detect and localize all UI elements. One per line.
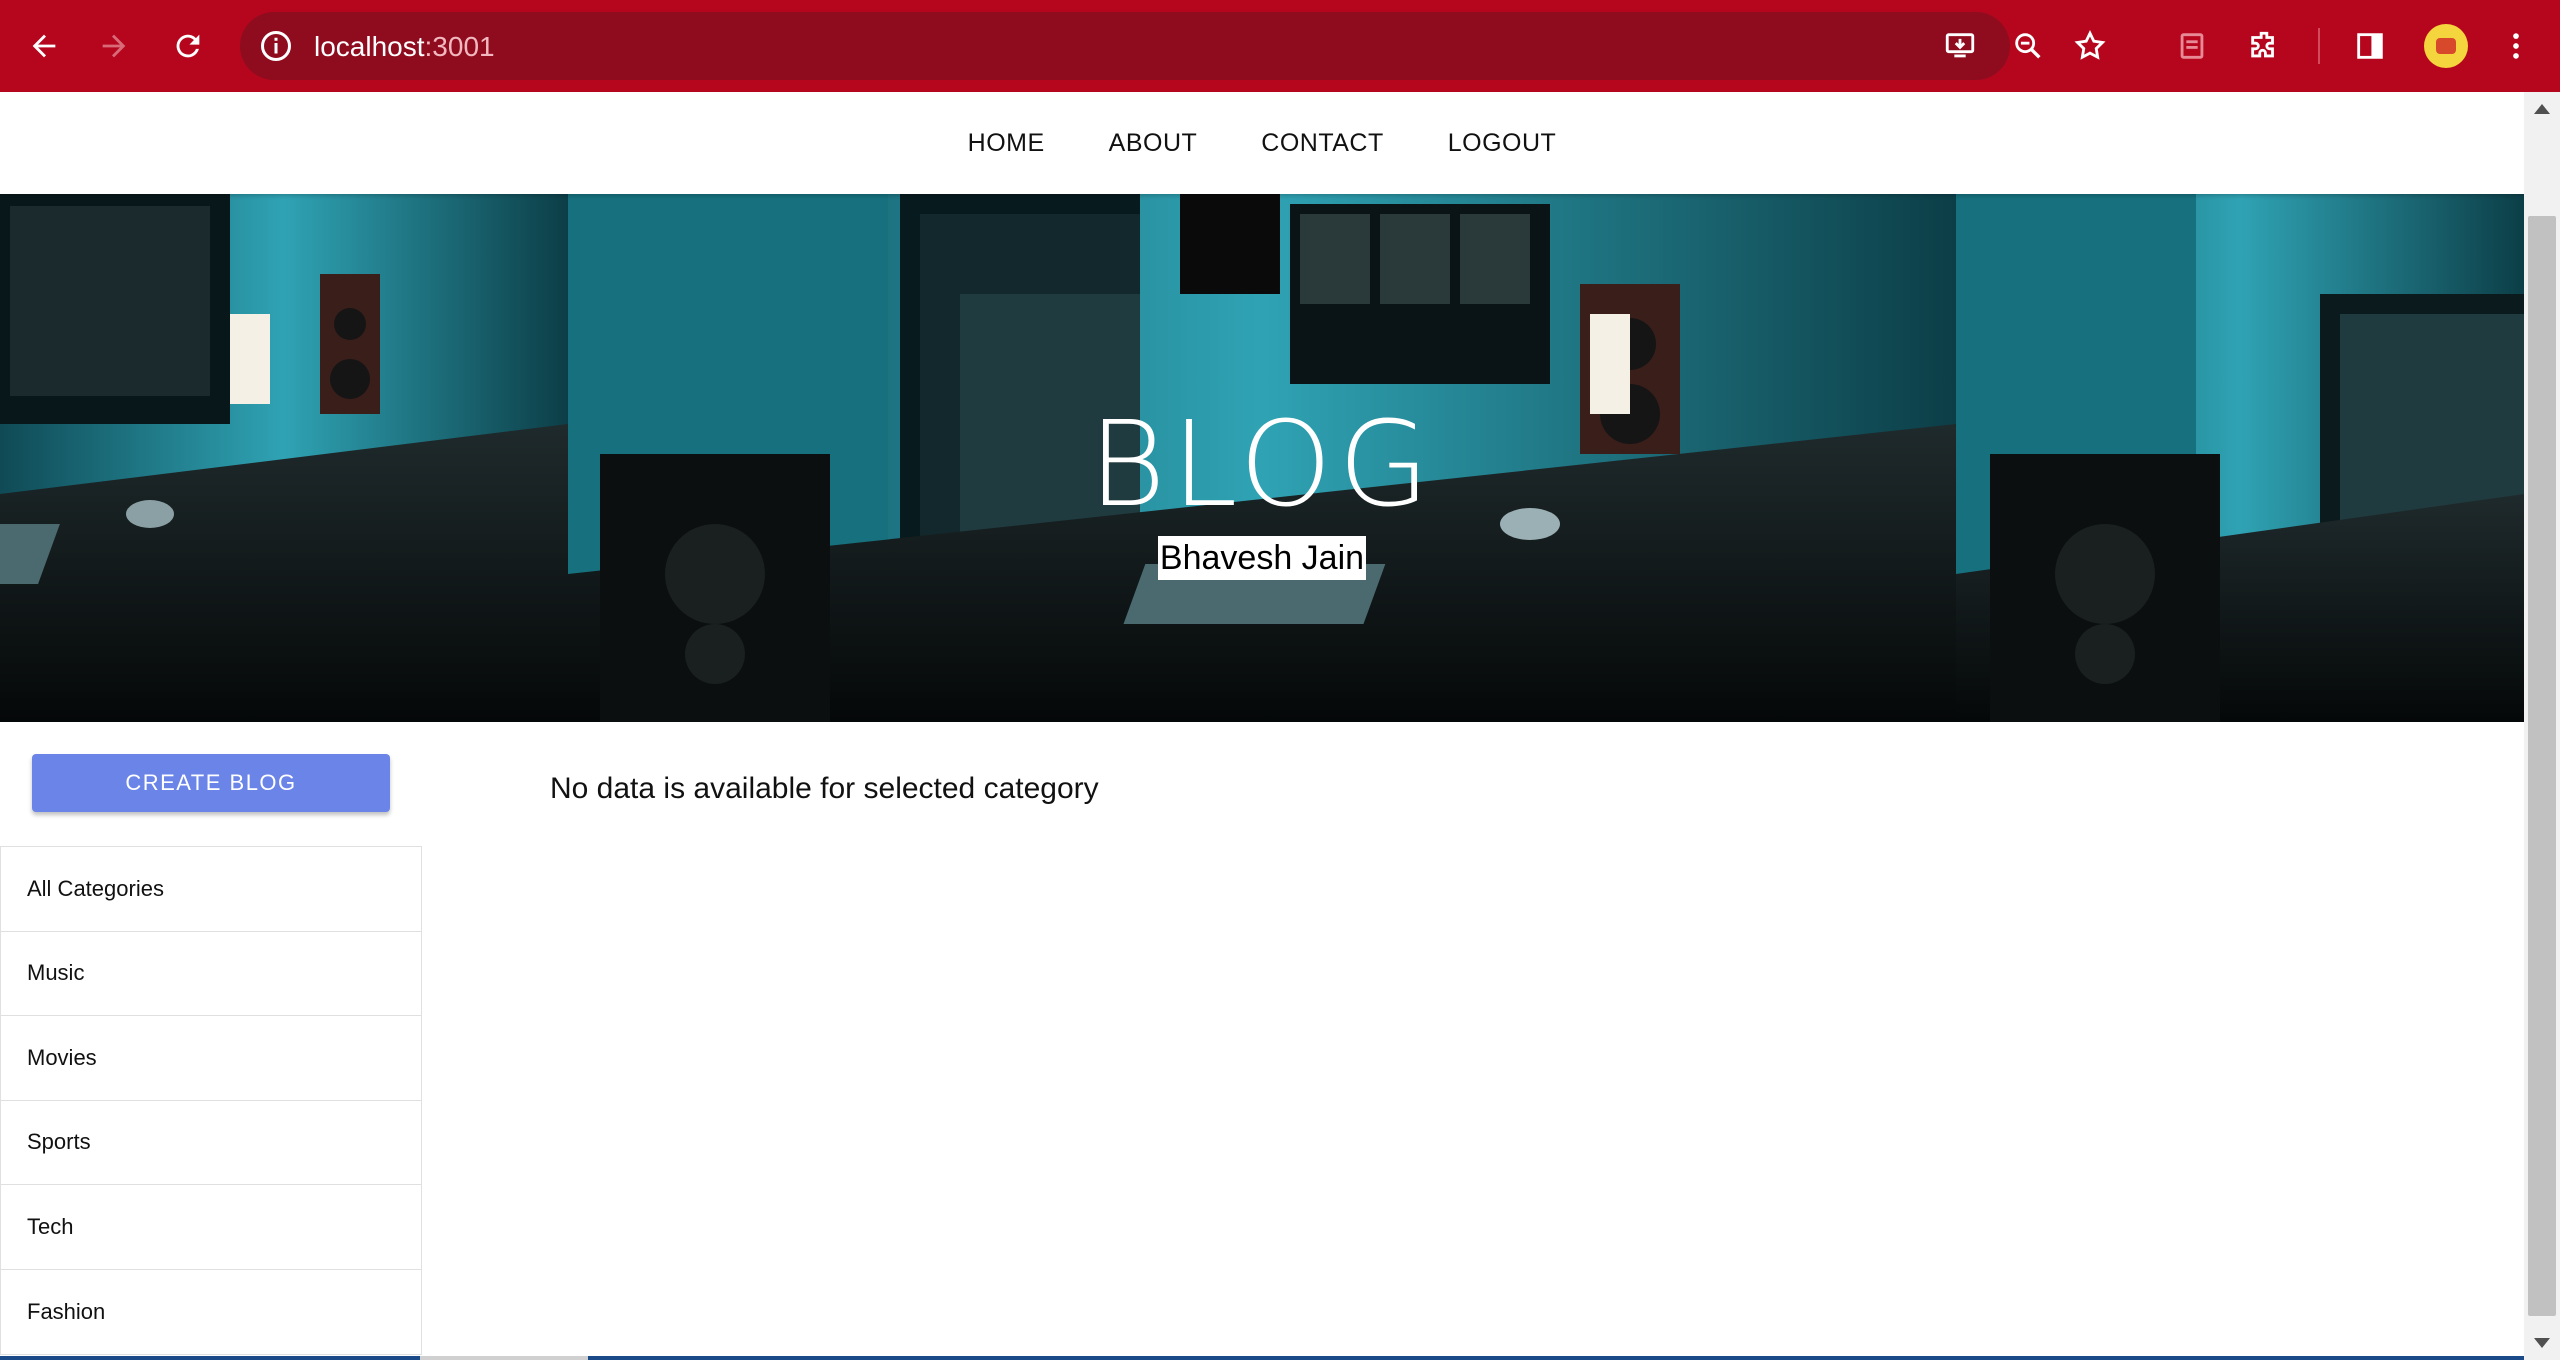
banner-subtitle-wrap: Bhavesh Jain xyxy=(0,536,2524,580)
url-text[interactable]: localhost:3001 xyxy=(314,30,495,64)
profile-avatar[interactable] xyxy=(2424,24,2468,68)
extensions-icon[interactable] xyxy=(2240,22,2288,70)
reload-icon[interactable] xyxy=(164,22,212,70)
scroll-thumb[interactable] xyxy=(2528,216,2556,1316)
nav-home[interactable]: HOME xyxy=(968,129,1045,158)
nav-contact[interactable]: CONTACT xyxy=(1261,129,1383,158)
back-icon[interactable] xyxy=(20,22,68,70)
browser-toolbar: localhost:3001 xyxy=(0,0,2560,92)
bottom-border xyxy=(0,1356,2524,1360)
menu-icon[interactable] xyxy=(2492,22,2540,70)
address-bar[interactable]: localhost:3001 xyxy=(240,12,2106,80)
url-host: localhost xyxy=(314,31,425,62)
scroll-down-arrow-icon[interactable] xyxy=(2534,1338,2550,1348)
category-music[interactable]: Music xyxy=(1,932,421,1016)
empty-state-message: No data is available for selected catego… xyxy=(550,772,1099,805)
toolbar-divider xyxy=(2318,28,2320,64)
author-name: Bhavesh Jain xyxy=(1157,536,1367,580)
page-viewport: HOME ABOUT CONTACT LOGOUT BLOG Bhavesh J… xyxy=(0,92,2524,1360)
hero-banner: BLOG Bhavesh Jain xyxy=(0,194,2524,722)
category-list: All Categories Music Movies Sports Tech … xyxy=(0,846,422,1355)
scroll-up-arrow-icon[interactable] xyxy=(2534,104,2550,114)
reading-list-icon[interactable] xyxy=(2168,22,2216,70)
category-fashion[interactable]: Fashion xyxy=(1,1270,421,1355)
category-sports[interactable]: Sports xyxy=(1,1101,421,1185)
category-tech[interactable]: Tech xyxy=(1,1185,421,1270)
page-scrollbar[interactable] xyxy=(2524,92,2560,1360)
forward-icon[interactable] xyxy=(90,22,138,70)
nav-logout[interactable]: LOGOUT xyxy=(1448,129,1557,158)
info-icon[interactable] xyxy=(258,28,294,64)
zoom-icon[interactable] xyxy=(2008,26,2048,66)
category-all[interactable]: All Categories xyxy=(1,847,421,932)
side-panel-icon[interactable] xyxy=(2346,22,2394,70)
url-port: :3001 xyxy=(424,31,495,62)
top-nav: HOME ABOUT CONTACT LOGOUT xyxy=(0,92,2524,194)
nav-about[interactable]: ABOUT xyxy=(1109,129,1198,158)
category-movies[interactable]: Movies xyxy=(1,1016,421,1101)
bottom-border-gap xyxy=(420,1356,588,1360)
star-icon[interactable] xyxy=(2070,26,2110,66)
install-app-icon[interactable] xyxy=(1940,26,1980,66)
blog-title: BLOG xyxy=(1088,395,1436,533)
create-blog-button[interactable]: CREATE BLOG xyxy=(32,754,390,812)
